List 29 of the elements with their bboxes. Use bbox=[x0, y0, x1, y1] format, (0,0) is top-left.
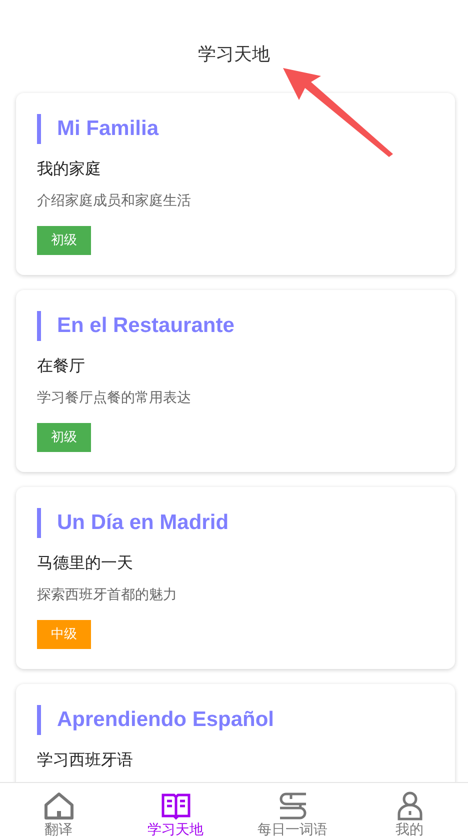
lesson-card[interactable]: Un Día en Madrid 马德里的一天 探索西班牙首都的魅力 中级 bbox=[16, 487, 455, 669]
lesson-title: Un Día en Madrid bbox=[57, 511, 229, 535]
accent-bar bbox=[37, 114, 41, 144]
accent-bar bbox=[37, 311, 41, 341]
lesson-title: Mi Familia bbox=[57, 117, 159, 141]
lesson-subtitle: 我的家庭 bbox=[37, 159, 101, 180]
nav-tab[interactable]: 学习天地 bbox=[117, 783, 234, 840]
lesson-description: 学习餐厅点餐的常用表达 bbox=[37, 389, 191, 407]
page-title: 学习天地 bbox=[198, 44, 270, 66]
nav-tab[interactable]: 翻译 bbox=[0, 783, 117, 840]
lesson-subtitle: 学习西班牙语 bbox=[37, 750, 133, 771]
lesson-subtitle: 在餐厅 bbox=[37, 356, 85, 377]
lesson-description: 介绍家庭成员和家庭生活 bbox=[37, 192, 191, 210]
open-book-icon bbox=[160, 791, 192, 821]
level-tag: 初级 bbox=[37, 423, 91, 452]
lesson-description: 探索西班牙首都的魅力 bbox=[37, 586, 177, 604]
lesson-title: En el Restaurante bbox=[57, 314, 234, 338]
lesson-subtitle: 马德里的一天 bbox=[37, 553, 133, 574]
accent-bar bbox=[37, 705, 41, 735]
nav-tab[interactable]: 我的 bbox=[351, 783, 468, 840]
level-tag: 初级 bbox=[37, 226, 91, 255]
lesson-card[interactable]: Mi Familia 我的家庭 介绍家庭成员和家庭生活 初级 bbox=[16, 93, 455, 275]
lesson-title: Aprendiendo Español bbox=[57, 708, 274, 732]
lesson-card[interactable]: Aprendiendo Español 学习西班牙语 bbox=[16, 684, 455, 782]
level-tag: 中级 bbox=[37, 620, 91, 649]
nav-tab[interactable]: 每日一词语 bbox=[234, 783, 351, 840]
lesson-card[interactable]: En el Restaurante 在餐厅 学习餐厅点餐的常用表达 初级 bbox=[16, 290, 455, 472]
home-icon bbox=[42, 791, 74, 821]
accent-bar bbox=[37, 508, 41, 538]
